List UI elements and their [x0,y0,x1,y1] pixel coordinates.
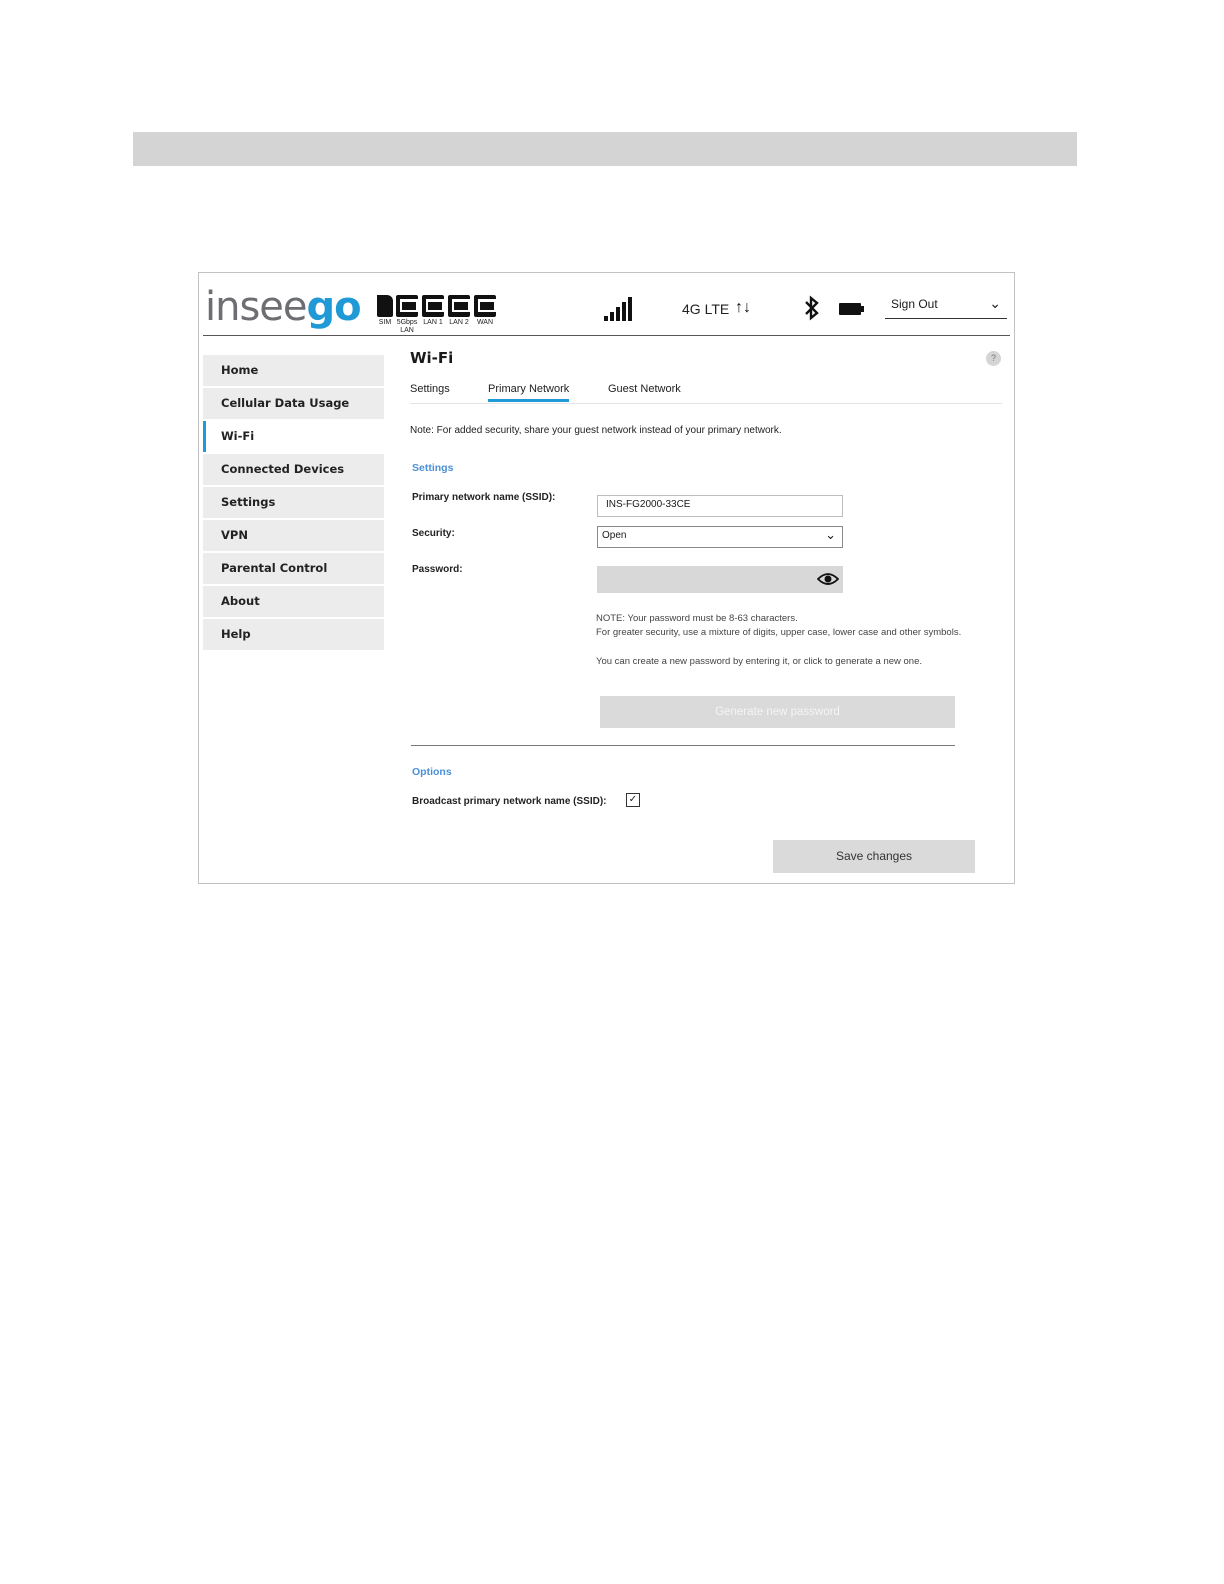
sign-out-label: Sign Out [891,297,938,311]
inseego-logo: inseego [205,284,362,330]
security-label: Security: [412,528,455,539]
port-label: WAN [476,319,494,326]
sidebar-item-about[interactable]: About [203,586,384,617]
security-select[interactable]: Open ⌄ [597,526,843,548]
password-length-note: NOTE: Your password must be 8-63 charact… [596,613,798,624]
tab-bar: Settings Primary Network Guest Network [410,383,1002,404]
signal-bars-icon [604,297,634,321]
ethernet-port-icon [448,295,470,317]
generate-password-button[interactable]: Generate new password [600,696,955,728]
tab-guest-network[interactable]: Guest Network [608,383,681,395]
sim-status: SIM [373,295,397,327]
password-input[interactable] [597,566,843,593]
network-type: 4G LTE [682,301,730,317]
sidebar-item-settings[interactable]: Settings [203,487,384,518]
port-label: LAN 1 [423,319,443,326]
sidebar-item-help[interactable]: Help [203,619,384,650]
section-divider [411,745,955,746]
tab-primary-network[interactable]: Primary Network [488,383,570,402]
options-section-heading: Options [412,766,452,778]
password-complexity-note: For greater security, use a mixture of d… [596,627,962,638]
broadcast-ssid-label: Broadcast primary network name (SSID): [412,796,607,807]
settings-section-heading: Settings [412,462,454,474]
top-banner [133,132,1077,166]
ethernet-port-icon [396,295,418,317]
security-value: Open [602,530,627,541]
router-admin-window: inseego SIM 5Gbps LAN LAN 1 LAN 2 WAN 4G… [198,272,1015,884]
port-lan2: LAN 2 [447,295,471,327]
password-label: Password: [412,564,463,575]
chevron-down-icon: ⌄ [989,295,1001,311]
sidebar-item-parental-control[interactable]: Parental Control [203,553,384,584]
sidebar-item-wifi[interactable]: Wi-Fi [203,421,384,452]
bluetooth-icon [805,295,819,321]
data-activity-icon: ↑↓ [735,299,751,316]
port-label: LAN 2 [449,319,469,326]
sidebar-item-home[interactable]: Home [203,355,384,386]
sign-out-dropdown[interactable]: Sign Out ⌄ [885,293,1007,319]
sidebar-item-vpn[interactable]: VPN [203,520,384,551]
security-note: Note: For added security, share your gue… [410,425,782,436]
sidebar-item-connected-devices[interactable]: Connected Devices [203,454,384,485]
battery-icon [839,303,864,315]
tab-settings[interactable]: Settings [410,383,450,395]
password-generate-note: You can create a new password by enterin… [596,656,923,667]
port-lan1: LAN 1 [421,295,445,327]
sim-icon [377,295,393,317]
chevron-down-icon: ⌄ [825,527,836,542]
port-5gbps-lan: 5Gbps LAN [395,295,419,335]
ethernet-port-icon [422,295,444,317]
port-wan: WAN [473,295,497,327]
port-label: 5Gbps LAN [396,319,418,334]
eye-icon[interactable] [817,570,839,588]
help-icon[interactable]: ? [986,351,1001,366]
ssid-label: Primary network name (SSID): [412,492,556,503]
sidebar-item-cellular-data-usage[interactable]: Cellular Data Usage [203,388,384,419]
sidebar-nav: Home Cellular Data Usage Wi-Fi Connected… [203,355,384,652]
header-divider [203,335,1010,336]
page-title: Wi-Fi [410,349,454,367]
port-label: SIM [378,319,392,326]
save-changes-button[interactable]: Save changes [773,840,975,873]
broadcast-ssid-checkbox[interactable]: ✓ [626,793,640,807]
ssid-input[interactable]: INS-FG2000-33CE [597,495,843,517]
ethernet-port-icon [474,295,496,317]
